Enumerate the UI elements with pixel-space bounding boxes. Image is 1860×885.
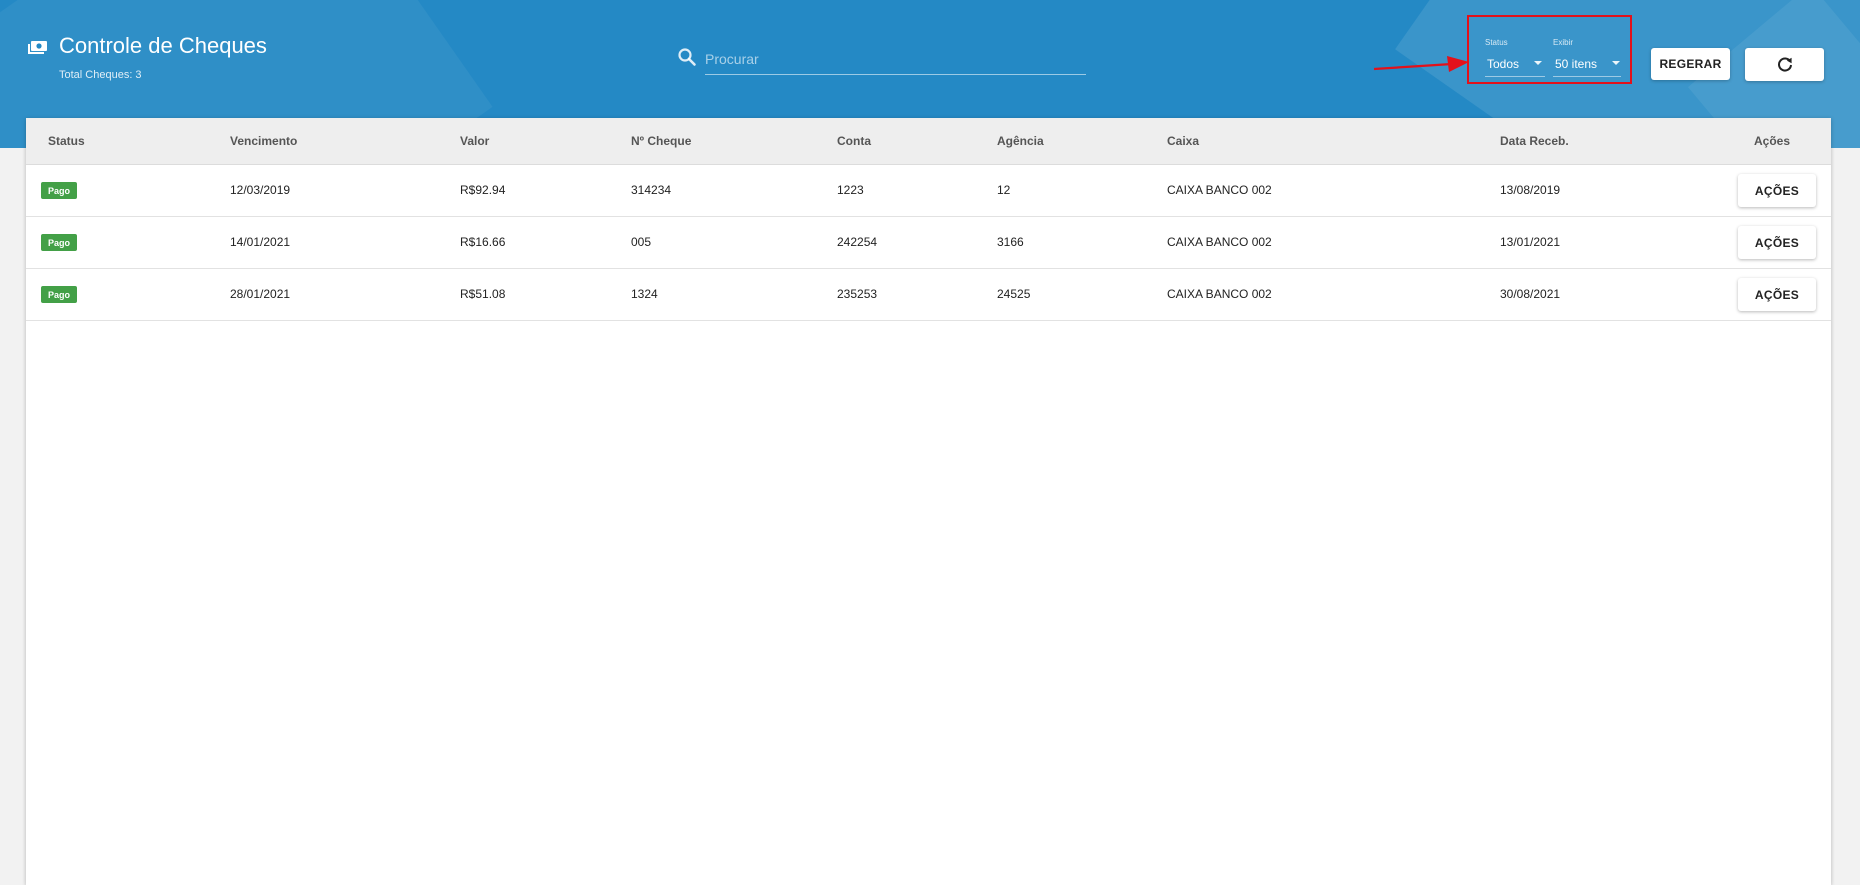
money-icon <box>28 41 47 54</box>
cheques-table: Status Vencimento Valor Nº Cheque Conta … <box>26 118 1831 885</box>
chevron-down-icon[interactable] <box>1612 61 1620 65</box>
page: Controle de Cheques Total Cheques: 3 Sta… <box>0 0 1860 885</box>
cell-cheque: 1324 <box>631 287 658 301</box>
column-header-status[interactable]: Status <box>48 134 85 148</box>
acoes-button[interactable]: AÇÕES <box>1738 226 1816 259</box>
cell-agencia: 24525 <box>997 287 1031 301</box>
status-filter-underline <box>1485 76 1545 77</box>
cell-data-receb: 13/01/2021 <box>1500 235 1561 249</box>
table-row: Pago 12/03/2019 R$92.94 314234 1223 12 C… <box>26 165 1831 217</box>
column-header-data-receb[interactable]: Data Receb. <box>1500 134 1569 148</box>
regerar-button[interactable]: REGERAR <box>1651 48 1730 80</box>
column-header-vencimento[interactable]: Vencimento <box>230 134 297 148</box>
annotation-highlight-box <box>1467 15 1632 84</box>
cell-valor: R$16.66 <box>460 235 506 249</box>
cell-conta: 242254 <box>837 235 878 249</box>
acoes-button[interactable]: AÇÕES <box>1738 278 1816 311</box>
column-header-acoes: Ações <box>1754 134 1791 148</box>
status-filter-value[interactable]: Todos <box>1487 57 1519 71</box>
cell-agencia: 3166 <box>997 235 1024 249</box>
status-filter-label: Status <box>1485 38 1508 47</box>
refresh-icon <box>1777 57 1792 71</box>
column-header-cheque[interactable]: Nº Cheque <box>631 134 691 148</box>
cell-cheque: 005 <box>631 235 652 249</box>
cell-caixa: CAIXA BANCO 002 <box>1167 183 1272 197</box>
cell-conta: 1223 <box>837 183 864 197</box>
cell-data-receb: 30/08/2021 <box>1500 287 1561 301</box>
acoes-button[interactable]: AÇÕES <box>1738 174 1816 207</box>
chevron-down-icon[interactable] <box>1534 61 1542 65</box>
cell-caixa: CAIXA BANCO 002 <box>1167 287 1272 301</box>
cell-vencimento: 28/01/2021 <box>230 287 291 301</box>
column-header-agencia[interactable]: Agência <box>997 134 1044 148</box>
column-header-caixa[interactable]: Caixa <box>1167 134 1199 148</box>
cell-data-receb: 13/08/2019 <box>1500 183 1561 197</box>
column-header-conta[interactable]: Conta <box>837 134 871 148</box>
status-badge: Pago <box>41 234 77 251</box>
display-filter-value[interactable]: 50 itens <box>1555 57 1597 71</box>
cell-vencimento: 12/03/2019 <box>230 183 291 197</box>
status-badge: Pago <box>41 286 77 303</box>
cell-agencia: 12 <box>997 183 1011 197</box>
total-cheques-count: Total Cheques: 3 <box>59 69 142 81</box>
cell-cheque: 314234 <box>631 183 672 197</box>
annotation-arrow <box>1373 56 1469 72</box>
display-filter-label: Exibir <box>1553 38 1574 47</box>
status-badge: Pago <box>41 182 77 199</box>
cell-caixa: CAIXA BANCO 002 <box>1167 235 1272 249</box>
cell-vencimento: 14/01/2021 <box>230 235 291 249</box>
column-header-valor[interactable]: Valor <box>460 134 489 148</box>
cell-valor: R$92.94 <box>460 183 506 197</box>
page-title: Controle de Cheques <box>59 33 267 58</box>
table-row: Pago 28/01/2021 R$51.08 1324 235253 2452… <box>26 269 1831 321</box>
search-input[interactable] <box>705 44 1086 75</box>
cell-valor: R$51.08 <box>460 287 506 301</box>
cell-conta: 235253 <box>837 287 878 301</box>
search-icon[interactable] <box>677 47 697 67</box>
refresh-button[interactable] <box>1745 48 1824 81</box>
table-row: Pago 14/01/2021 R$16.66 005 242254 3166 … <box>26 217 1831 269</box>
display-filter-underline <box>1553 76 1621 77</box>
table-header: Status Vencimento Valor Nº Cheque Conta … <box>26 118 1831 165</box>
